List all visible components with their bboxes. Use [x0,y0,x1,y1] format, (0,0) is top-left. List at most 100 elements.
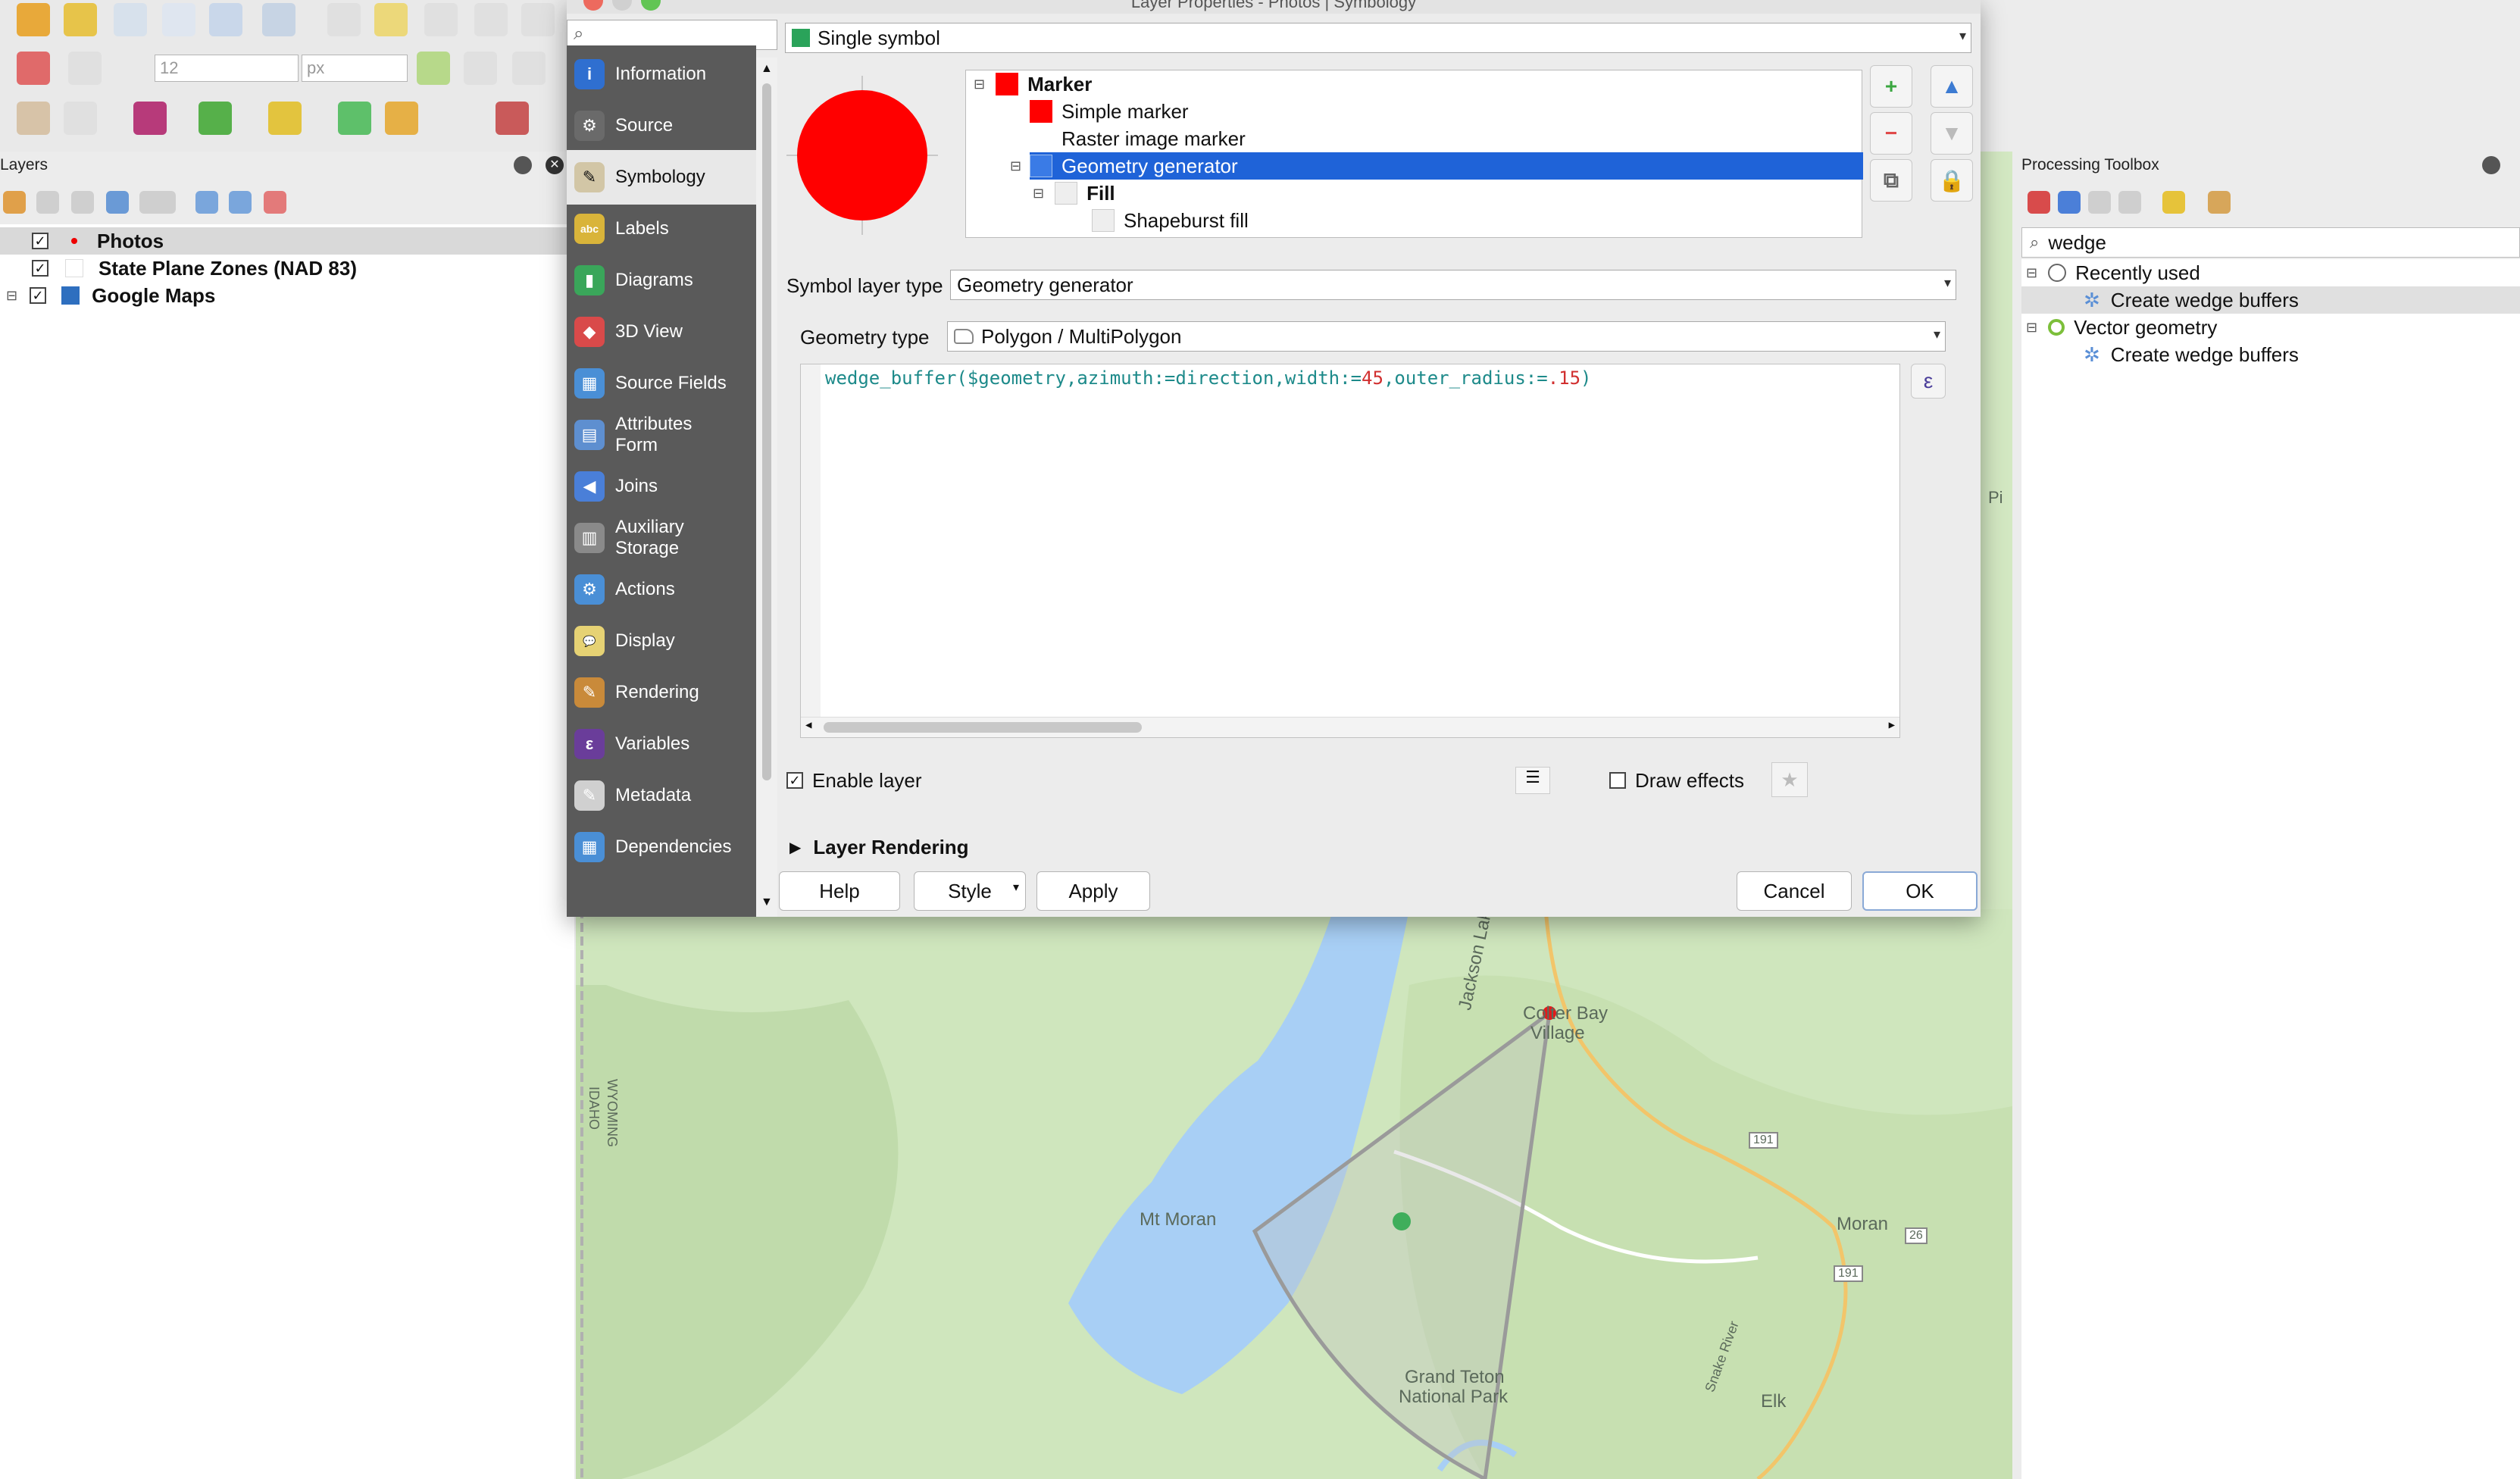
float-panel-icon[interactable] [2482,156,2500,174]
algorithm-item[interactable]: ✲ Create wedge buffers [2021,341,2299,368]
effects-star-icon[interactable]: ★ [1771,762,1808,797]
cancel-button[interactable]: Cancel [1737,871,1852,911]
group-recently-used[interactable]: ⊟ Recently used [2021,259,2200,286]
enable-layer-check[interactable]: ✓ [786,772,803,789]
globe-icon[interactable] [496,102,529,135]
sidebar-item-metadata[interactable]: ✎ Metadata [567,768,756,823]
sidebar-item-actions[interactable]: ⚙ Actions [567,562,756,617]
collapse-all-icon[interactable] [229,191,252,214]
ok-button[interactable]: OK [1862,871,1978,911]
data-defined-override-icon[interactable]: ☰ [1515,767,1550,794]
filter-expression-icon[interactable] [139,191,176,214]
collapse-icon[interactable]: ⊟ [1010,158,1021,174]
group-vector-geometry[interactable]: ⊟ Vector geometry [2021,314,2217,341]
add-symbol-layer-button[interactable]: + [1870,65,1912,108]
expand-all-icon[interactable] [195,191,218,214]
options-wrench-icon[interactable] [2208,191,2231,214]
collapse-icon[interactable]: ⊟ [6,288,17,304]
style-manager-icon[interactable] [3,191,26,214]
algorithm-item[interactable]: ✲ Create wedge buffers [2021,286,2520,314]
plugin-icon[interactable] [17,102,50,135]
db-layers-icon[interactable] [268,102,302,135]
visibility-eye-icon[interactable] [71,191,94,214]
edit-pen-icon[interactable] [162,3,195,36]
edit-features-icon[interactable] [2162,191,2185,214]
remove-symbol-layer-button[interactable]: − [1870,112,1912,155]
scroll-right-arrow[interactable]: ▶ [1889,719,1895,731]
layer-row-state-plane[interactable]: ✓ State Plane Zones (NAD 83) [0,255,357,282]
layer-row-google-maps[interactable]: ⊟ ✓ Google Maps [0,282,215,309]
collapse-icon[interactable]: ⊟ [2026,320,2037,336]
style-button[interactable]: Style ▾ [914,871,1026,911]
geometry-type-select[interactable]: Polygon / MultiPolygon ▾ [947,321,1946,352]
expression-editor[interactable]: wedge_buffer($geometry,azimuth:=directio… [800,364,1900,738]
expression-builder-button[interactable]: ε [1911,364,1946,399]
scroll-up-arrow[interactable]: ▲ [761,62,773,76]
tree-item-simple-marker[interactable]: Simple marker [1030,98,1189,125]
tree-item-marker[interactable]: ⊟ Marker [966,70,1092,98]
history-icon[interactable] [2088,191,2111,214]
layer-checkbox[interactable]: ✓ [32,233,48,249]
new-layer-icon[interactable] [17,3,50,36]
move-down-button[interactable]: ▼ [1931,112,1973,155]
symbol-layer-type-select[interactable]: Geometry generator ▾ [950,270,1956,300]
layer-checkbox[interactable]: ✓ [30,287,47,304]
duplicate-layer-button[interactable]: ⧉ [1870,159,1912,202]
snap-vertex-icon[interactable] [68,52,102,85]
sidebar-item-3d-view[interactable]: ◆ 3D View [567,305,756,359]
layer-rendering-section[interactable]: ▶ Layer Rendering [789,833,969,861]
tolerance-spinbox[interactable]: 12 [155,55,299,82]
vector-tool-icon[interactable] [262,3,295,36]
sidebar-item-symbology[interactable]: ✎ Symbology [567,150,756,205]
collapse-icon[interactable]: ⊟ [2026,265,2037,281]
sidebar-item-joins[interactable]: ◀ Joins [567,459,756,514]
lock-layer-button[interactable]: 🔒 [1931,159,1973,202]
remove-layer-icon[interactable] [264,191,286,214]
sidebar-scrollbar[interactable]: ▲ ▼ [756,58,777,917]
layer-stack-icon[interactable] [209,3,242,36]
processing-search[interactable]: ⌕ wedge [2021,227,2520,258]
apply-button[interactable]: Apply [1036,871,1150,911]
topology-icon[interactable] [512,52,546,85]
expand-triangle-icon[interactable]: ▶ [789,838,801,857]
collapse-icon[interactable]: ⊟ [974,77,985,92]
scroll-down-arrow[interactable]: ▼ [761,896,773,909]
sidebar-item-information[interactable]: i Information [567,47,756,102]
table-icon[interactable] [64,102,97,135]
search-input[interactable]: wedge [2048,231,2106,255]
help-button[interactable]: Help [779,871,900,911]
layer-checkbox[interactable]: ✓ [32,260,48,277]
editor-hscrollbar[interactable]: ◀ ▶ [801,717,1899,737]
sidebar-item-display[interactable]: 💬 Display [567,614,756,668]
node-tool-icon[interactable] [474,3,508,36]
renderer-select[interactable]: Single symbol ▾ [785,23,1971,53]
tree-item-raster-marker[interactable]: Raster image marker [1030,125,1246,152]
scroll-thumb[interactable] [762,83,771,780]
sidebar-item-rendering[interactable]: ✎ Rendering [567,665,756,720]
heatmap-icon[interactable] [133,102,167,135]
save-edits-icon[interactable] [424,3,458,36]
sidebar-item-attributes-form[interactable]: ▤ Attributes Form [567,408,756,462]
sidebar-item-dependencies[interactable]: ▦ Dependencies [567,820,756,874]
map-canvas[interactable]: Jackson Lake Colter Bay Village Mt Moran… [576,909,2012,1479]
snapping-magnet-icon[interactable] [17,52,50,85]
close-panel-icon[interactable]: ✕ [546,156,564,174]
scroll-left-arrow[interactable]: ◀ [805,719,811,731]
sidebar-item-source[interactable]: ⚙ Source [567,98,756,153]
add-group-icon[interactable] [36,191,59,214]
sidebar-item-labels[interactable]: abc Labels [567,202,756,256]
cloud-icon[interactable] [199,102,232,135]
map-canvas-strip[interactable]: Pi [1981,152,2012,909]
delete-selected-icon[interactable] [521,3,555,36]
sidebar-item-diagrams[interactable]: ▮ Diagrams [567,253,756,308]
enable-layer-checkbox[interactable]: ✓ Enable layer [786,767,922,794]
sidebar-item-source-fields[interactable]: ▦ Source Fields [567,356,756,411]
tree-item-geometry-generator[interactable]: ⊟ Geometry generator [1010,152,1863,180]
draw-effects-checkbox[interactable]: Draw effects [1609,767,1744,794]
sidebar-item-variables[interactable]: ε Variables [567,717,756,771]
georef-icon[interactable] [385,102,418,135]
draw-effects-check[interactable] [1609,772,1626,789]
collapse-icon[interactable]: ⊟ [1033,186,1044,202]
python-icon[interactable] [2058,191,2081,214]
tree-item-fill[interactable]: ⊟ Fill [1030,180,1115,207]
